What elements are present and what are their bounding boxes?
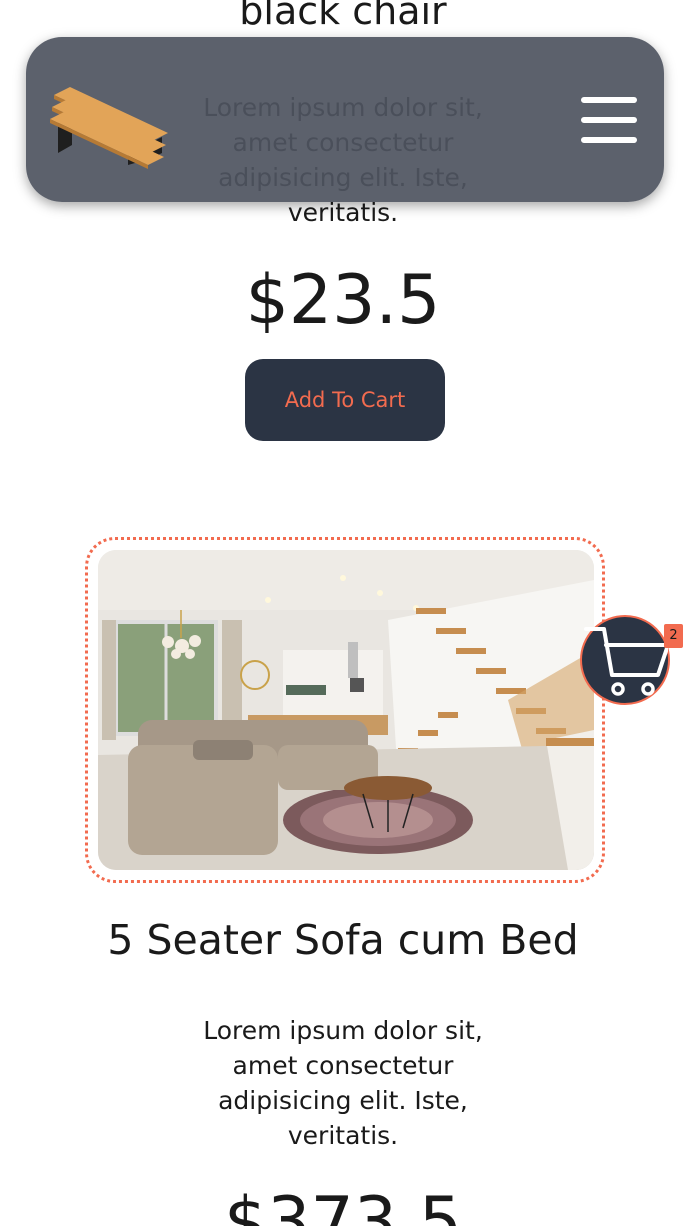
- product-price: $23.5: [245, 261, 441, 340]
- product-title: black chair: [239, 0, 447, 33]
- product-image[interactable]: [98, 550, 594, 870]
- add-to-cart-button[interactable]: Add To Cart: [245, 359, 445, 441]
- bench-icon[interactable]: [50, 69, 170, 169]
- shopping-cart-icon: [584, 627, 668, 696]
- cart-button[interactable]: [580, 615, 670, 705]
- product-price: $373.5: [224, 1183, 462, 1226]
- cart-count-badge: 2: [664, 624, 683, 648]
- product-title: 5 Seater Sofa cum Bed: [107, 916, 579, 964]
- hamburger-menu-icon[interactable]: [579, 97, 639, 143]
- navbar: [26, 37, 664, 202]
- product-description: Lorem ipsum dolor sit, amet consectetur …: [203, 1016, 483, 1150]
- page: black chair Lorem ipsum dolor sit, amet …: [0, 0, 686, 1226]
